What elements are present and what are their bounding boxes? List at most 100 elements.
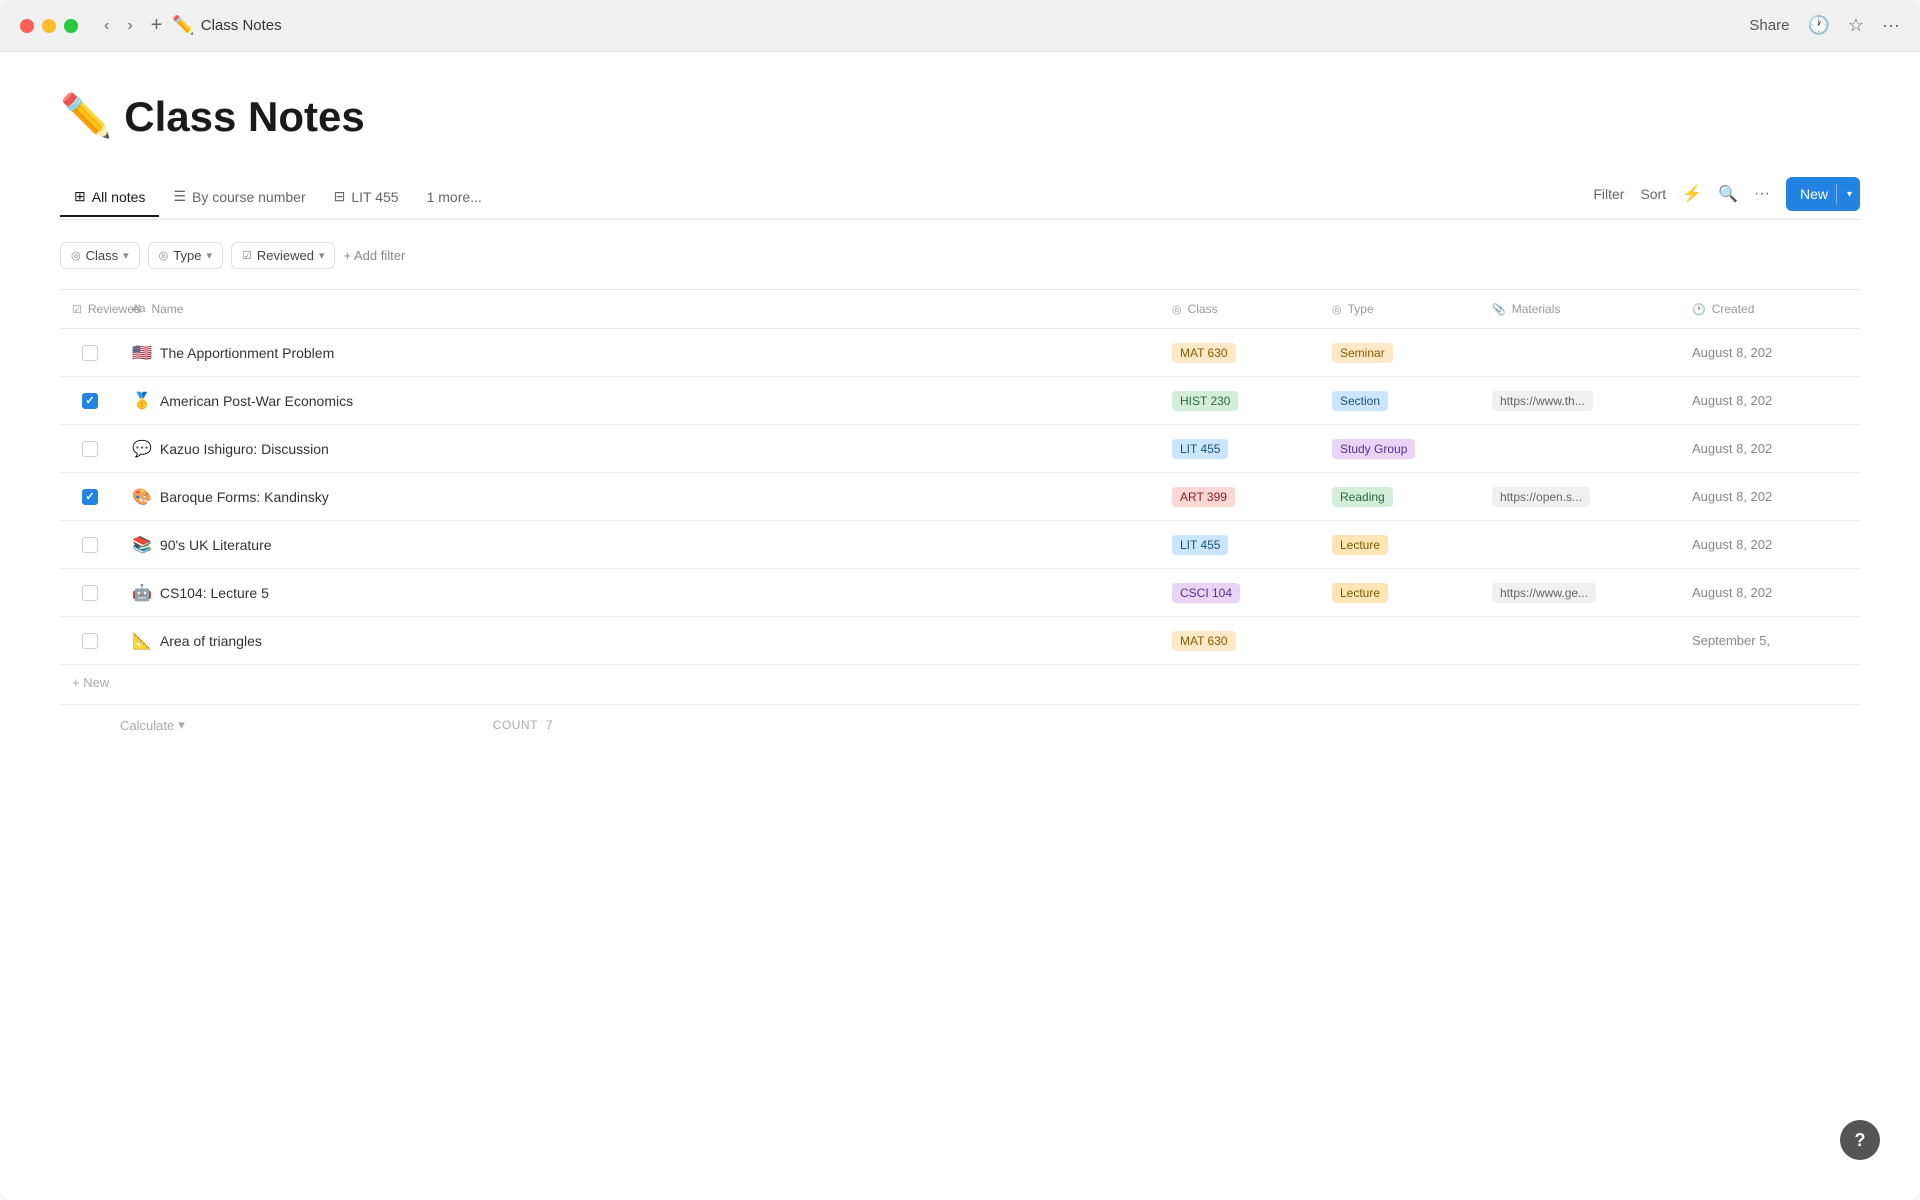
cell-type-6[interactable]: Lecture [1320, 575, 1480, 611]
cell-name-4[interactable]: 🎨 Baroque Forms: Kandinsky [120, 479, 1160, 515]
cell-name-5[interactable]: 📚 90's UK Literature [120, 527, 1160, 563]
calculate-label: Calculate [120, 718, 174, 733]
cell-class-2[interactable]: HIST 230 [1160, 383, 1320, 419]
cell-class-6[interactable]: CSCI 104 [1160, 575, 1320, 611]
app-window: ‹ › + ✏️ Class Notes Share 🕐 ☆ ··· ✏️ Cl… [0, 0, 1920, 1200]
tab-lit455[interactable]: ⊟ LIT 455 [320, 180, 413, 217]
cell-name-6[interactable]: 🤖 CS104: Lecture 5 [120, 575, 1160, 611]
class-filter[interactable]: ◎ Class ▾ [60, 242, 140, 269]
col-type-icon: ◎ [1332, 303, 1342, 316]
checkbox-2[interactable] [82, 393, 98, 409]
checkbox-6[interactable] [82, 585, 98, 601]
table-row: 🇺🇸 The Apportionment Problem MAT 630 Sem… [60, 329, 1860, 377]
back-button[interactable]: ‹ [98, 13, 115, 39]
cell-checked-4[interactable] [60, 481, 120, 513]
type-badge-1: Seminar [1332, 343, 1393, 363]
more-button[interactable]: ··· [1882, 15, 1900, 36]
tab-all-notes-icon: ⊞ [74, 188, 86, 205]
cell-checked-2[interactable] [60, 385, 120, 417]
new-button-label: New [1800, 186, 1834, 202]
cell-materials-4[interactable]: https://open.s... [1480, 479, 1680, 515]
titlebar-title: Class Notes [201, 17, 1750, 34]
new-btn-chevron[interactable]: ▾ [1839, 189, 1860, 200]
forward-button[interactable]: › [121, 13, 138, 39]
calculate-button[interactable]: Calculate ▾ [120, 717, 185, 733]
filter-button[interactable]: Filter [1593, 186, 1624, 202]
cell-checked-1[interactable] [60, 337, 120, 369]
type-badge-3: Study Group [1332, 439, 1415, 459]
new-btn-divider [1836, 184, 1837, 204]
cell-type-1[interactable]: Seminar [1320, 335, 1480, 371]
cell-type-3[interactable]: Study Group [1320, 431, 1480, 467]
tab-by-course[interactable]: ☰ By course number [159, 180, 319, 217]
col-class-icon: ◎ [1172, 303, 1182, 316]
cell-checked-7[interactable] [60, 625, 120, 657]
checkbox-1[interactable] [82, 345, 98, 361]
checkbox-7[interactable] [82, 633, 98, 649]
row-emoji-3: 💬 [132, 439, 152, 459]
cell-class-4[interactable]: ART 399 [1160, 479, 1320, 515]
checkbox-5[interactable] [82, 537, 98, 553]
cell-type-4[interactable]: Reading [1320, 479, 1480, 515]
row-emoji-5: 📚 [132, 535, 152, 555]
class-badge-7: MAT 630 [1172, 631, 1236, 651]
checkbox-4[interactable] [82, 489, 98, 505]
cell-type-7 [1320, 633, 1480, 649]
tab-lit455-icon: ⊟ [334, 188, 346, 205]
count-label: COUNT [493, 718, 538, 732]
class-badge-6: CSCI 104 [1172, 583, 1240, 603]
add-page-button[interactable]: + [151, 14, 163, 37]
search-icon[interactable]: 🔍 [1718, 184, 1738, 204]
history-button[interactable]: 🕐 [1807, 15, 1829, 36]
col-materials: 📎 Materials [1480, 296, 1680, 322]
cell-checked-6[interactable] [60, 577, 120, 609]
type-filter[interactable]: ◎ Type ▾ [148, 242, 223, 269]
class-filter-icon: ◎ [71, 249, 81, 262]
share-button[interactable]: Share [1749, 17, 1789, 34]
maximize-button[interactable] [64, 19, 78, 33]
close-button[interactable] [20, 19, 34, 33]
cell-name-7[interactable]: 📐 Area of triangles [120, 623, 1160, 659]
help-button[interactable]: ? [1840, 1120, 1880, 1160]
cell-class-1[interactable]: MAT 630 [1160, 335, 1320, 371]
checkbox-3[interactable] [82, 441, 98, 457]
table-row: 📚 90's UK Literature LIT 455 Lecture Aug… [60, 521, 1860, 569]
minimize-button[interactable] [42, 19, 56, 33]
reviewed-filter-label: Reviewed [257, 248, 314, 263]
cell-class-7[interactable]: MAT 630 [1160, 623, 1320, 659]
table-header: ☑ Reviewed Aa Name ◎ Class ◎ Type 📎 M [60, 290, 1860, 329]
cell-class-3[interactable]: LIT 455 [1160, 431, 1320, 467]
cell-name-3[interactable]: 💬 Kazuo Ishiguro: Discussion [120, 431, 1160, 467]
star-button[interactable]: ☆ [1848, 15, 1864, 36]
class-filter-chevron: ▾ [123, 249, 129, 262]
cell-checked-5[interactable] [60, 529, 120, 561]
cell-date-1: August 8, 202 [1680, 337, 1860, 368]
col-reviewed-icon: ☑ [72, 303, 82, 316]
new-row-button[interactable]: + New [60, 665, 121, 700]
reviewed-filter-icon: ☑ [242, 249, 252, 262]
cell-type-5[interactable]: Lecture [1320, 527, 1480, 563]
main-content: ✏️ Class Notes ⊞ All notes ☰ By course n… [0, 52, 1920, 1200]
cell-materials-2[interactable]: https://www.th... [1480, 383, 1680, 419]
type-badge-2: Section [1332, 391, 1388, 411]
type-filter-label: Type [173, 248, 201, 263]
calculate-row: Calculate ▾ COUNT 7 [60, 704, 1860, 745]
sort-button[interactable]: Sort [1640, 186, 1666, 202]
cell-name-1[interactable]: 🇺🇸 The Apportionment Problem [120, 335, 1160, 371]
cell-type-2[interactable]: Section [1320, 383, 1480, 419]
cell-name-2[interactable]: 🥇 American Post-War Economics [120, 383, 1160, 419]
tab-more[interactable]: 1 more... [413, 181, 496, 217]
cell-checked-3[interactable] [60, 433, 120, 465]
tab-lit455-label: LIT 455 [351, 189, 398, 205]
class-badge-3: LIT 455 [1172, 439, 1228, 459]
new-button[interactable]: New ▾ [1786, 177, 1860, 211]
ellipsis-icon[interactable]: ··· [1754, 185, 1770, 203]
row-emoji-2: 🥇 [132, 391, 152, 411]
cell-class-5[interactable]: LIT 455 [1160, 527, 1320, 563]
calculate-chevron: ▾ [178, 717, 185, 733]
reviewed-filter[interactable]: ☑ Reviewed ▾ [231, 242, 336, 269]
add-filter-button[interactable]: + Add filter [343, 248, 405, 263]
lightning-icon[interactable]: ⚡ [1682, 184, 1702, 204]
cell-materials-6[interactable]: https://www.ge... [1480, 575, 1680, 611]
tab-all-notes[interactable]: ⊞ All notes [60, 180, 159, 217]
